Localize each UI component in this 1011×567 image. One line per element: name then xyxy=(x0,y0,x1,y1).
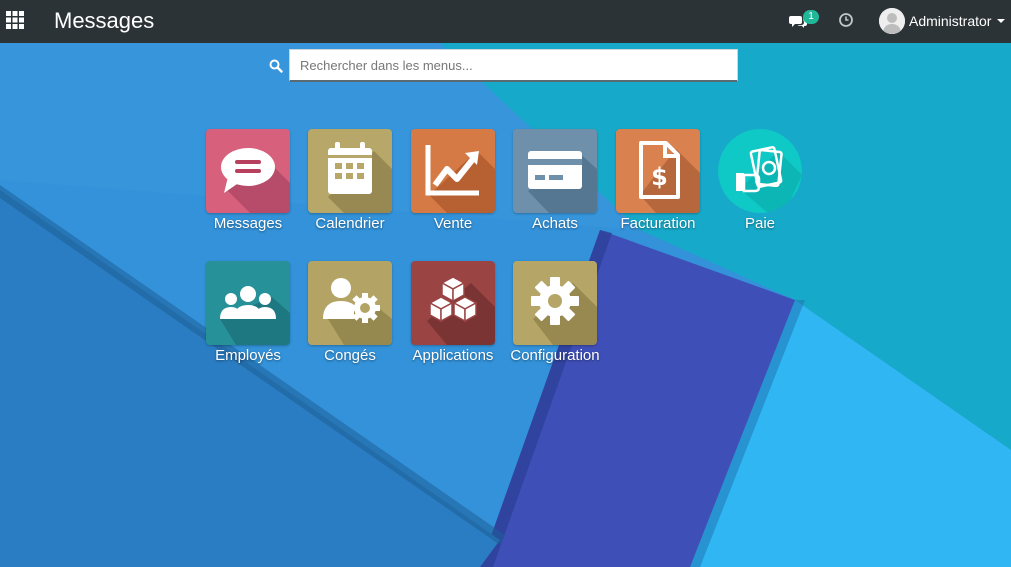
gear-icon xyxy=(513,261,597,345)
app-messages[interactable]: Messages xyxy=(196,129,300,247)
app-facturation[interactable]: $ Facturation xyxy=(606,129,710,247)
app-vente[interactable]: Vente xyxy=(401,129,505,247)
app-label: Paie xyxy=(744,215,776,232)
menu-search-input[interactable] xyxy=(289,49,738,82)
credit-card-icon xyxy=(513,129,597,213)
chat-count-badge: 1 xyxy=(803,10,819,24)
trend-chart-icon xyxy=(411,129,495,213)
cash-hand-icon xyxy=(718,129,802,213)
chat-icon xyxy=(206,129,290,213)
app-applications[interactable]: Applications xyxy=(401,261,505,379)
app-paie[interactable]: Paie xyxy=(708,129,812,247)
user-name: Administrator xyxy=(909,13,992,29)
app-configuration[interactable]: Configuration xyxy=(503,261,607,379)
app-employes[interactable]: Employés xyxy=(196,261,300,379)
avatar xyxy=(879,8,905,34)
people-icon xyxy=(206,261,290,345)
calendar-icon xyxy=(308,129,392,213)
page-title[interactable]: Messages xyxy=(54,8,154,34)
chevron-down-icon xyxy=(997,19,1006,23)
user-menu[interactable]: Administrator xyxy=(879,7,1006,35)
user-gear-icon xyxy=(308,261,392,345)
top-navbar: Messages 1 Administrator xyxy=(0,0,1011,43)
app-calendrier[interactable]: Calendrier xyxy=(298,129,402,247)
app-conges[interactable]: Congés xyxy=(298,261,402,379)
app-achats[interactable]: Achats xyxy=(503,129,607,247)
activity-clock-icon[interactable] xyxy=(838,12,854,28)
cubes-icon xyxy=(411,261,495,345)
apps-grid-icon[interactable] xyxy=(6,11,24,29)
search-icon xyxy=(269,59,283,73)
user-avatar-icon xyxy=(879,8,905,34)
app-label: Configuration xyxy=(510,347,600,364)
invoice-icon: $ xyxy=(616,129,700,213)
svg-text:$: $ xyxy=(651,163,668,191)
